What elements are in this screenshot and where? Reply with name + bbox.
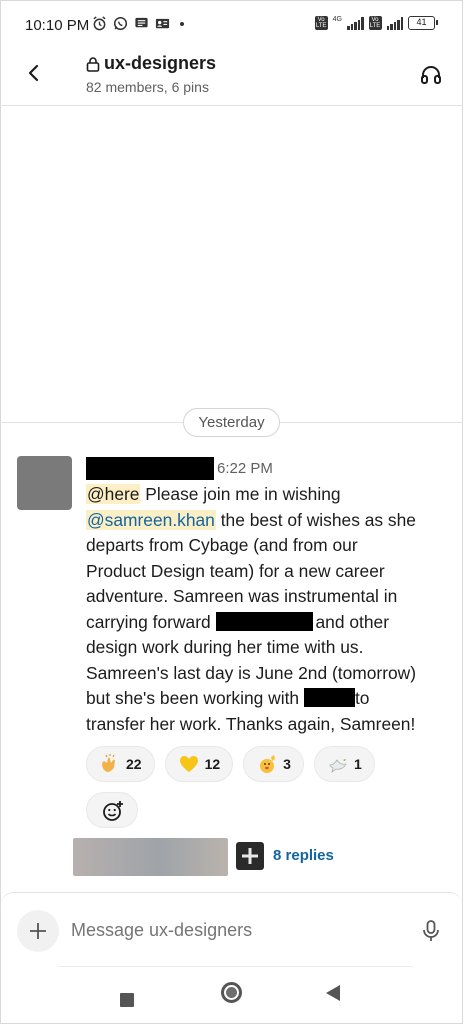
- date-divider[interactable]: Yesterday: [183, 408, 280, 437]
- channel-name: ux-designers: [104, 53, 217, 73]
- contacts-icon: [155, 18, 170, 29]
- thread-replies-link[interactable]: 8 replies: [273, 847, 334, 864]
- redacted-text: [215, 611, 313, 631]
- message-line: design work during her time with us.: [86, 637, 364, 657]
- status-signal-area: Vo LTE 4G Vo LTE 41: [314, 16, 438, 30]
- status-notification-icons: [92, 16, 184, 31]
- reaction-count: 3: [283, 756, 291, 772]
- reply-avatar-icon: [242, 848, 258, 864]
- add-emoji-icon: [103, 801, 123, 821]
- mention-here: @here: [86, 484, 141, 504]
- thread-participants-redacted: [73, 838, 228, 876]
- message-text: and other: [315, 611, 390, 632]
- reaction-clapping[interactable]: 22: [86, 746, 155, 782]
- back-arrow-icon[interactable]: [22, 61, 46, 85]
- status-time: 10:10 PM: [25, 17, 90, 34]
- message-line: Samreen's last day is June 2nd (tomorrow…: [86, 662, 417, 683]
- microphone-icon[interactable]: [421, 920, 441, 942]
- message-line: carrying forward and other: [86, 610, 438, 636]
- channel-subtitle[interactable]: 82 members, 6 pins: [86, 79, 209, 95]
- message-line: transfer her work. Thanks again, Samreen…: [86, 713, 416, 734]
- reaction-count: 22: [126, 756, 142, 772]
- message-line: @samreen.khan the best of wishes as she: [86, 508, 438, 534]
- dove-icon: [329, 759, 347, 773]
- message-text: the best of wishes as she: [215, 509, 416, 530]
- status-bar: 10:10 PM Vo LTE 4G Vo LTE 41: [0, 0, 463, 50]
- composer-divider: [58, 966, 413, 967]
- status-dot: [180, 21, 184, 26]
- battery-icon: 41: [408, 16, 438, 30]
- redacted-text: [303, 688, 355, 707]
- headphones-icon[interactable]: [419, 62, 443, 86]
- add-reaction-button[interactable]: [86, 792, 138, 828]
- alarm-icon: [93, 16, 106, 31]
- sender-name-redacted[interactable]: [86, 457, 214, 480]
- message-timestamp[interactable]: 6:22 PM: [217, 460, 273, 477]
- network-type: 4G: [332, 16, 342, 23]
- thread-avatar: [236, 842, 264, 870]
- waving-hand-icon: [260, 755, 276, 773]
- message-icon: [135, 17, 148, 28]
- message-line: but she's been working with to: [86, 686, 438, 712]
- message-text: to: [354, 688, 370, 708]
- message-input[interactable]: [71, 920, 401, 941]
- signal-icon-2: [386, 16, 403, 30]
- message-text: carrying forward: [86, 611, 216, 632]
- mention-user-link[interactable]: @samreen.khan: [86, 509, 216, 530]
- attach-button[interactable]: [17, 910, 59, 952]
- channel-title-row[interactable]: ux-designers: [86, 53, 216, 74]
- message-body: @here Please join me in wishing @samreen…: [86, 482, 438, 737]
- message-line: adventure. Samreen was instrumental in: [86, 586, 398, 606]
- plus-icon: [30, 923, 46, 939]
- back-button[interactable]: [326, 985, 340, 1001]
- volte-icon: Vo LTE: [314, 16, 328, 30]
- recent-apps-button[interactable]: [120, 993, 134, 1007]
- reaction-heart[interactable]: 12: [164, 746, 234, 782]
- message-line: departs from Cybage (and from our: [86, 535, 358, 555]
- lock-icon: [86, 56, 100, 72]
- clapping-hands-icon: [102, 754, 115, 772]
- reactions-bar: 22 12 3 1: [86, 746, 375, 782]
- volte-icon-2: Vo LTE: [368, 16, 382, 30]
- message-line: Product Design team) for a new career: [86, 560, 385, 581]
- message-composer: [0, 892, 463, 1024]
- message-text: Please join me in wishing: [140, 484, 341, 504]
- reaction-wave[interactable]: 3: [243, 746, 304, 782]
- whatsapp-icon: [113, 16, 128, 31]
- yellow-heart-icon: [179, 756, 198, 772]
- message-line: @here Please join me in wishing: [86, 482, 438, 508]
- signal-icon: [347, 16, 364, 30]
- message-text: but she's been working with: [86, 688, 304, 708]
- reaction-count: 12: [204, 756, 221, 772]
- home-button[interactable]: [221, 982, 242, 1003]
- reaction-count: 1: [353, 756, 362, 772]
- avatar[interactable]: [17, 456, 72, 510]
- reaction-dove[interactable]: 1: [313, 746, 375, 782]
- channel-header: ux-designers 82 members, 6 pins: [0, 50, 463, 106]
